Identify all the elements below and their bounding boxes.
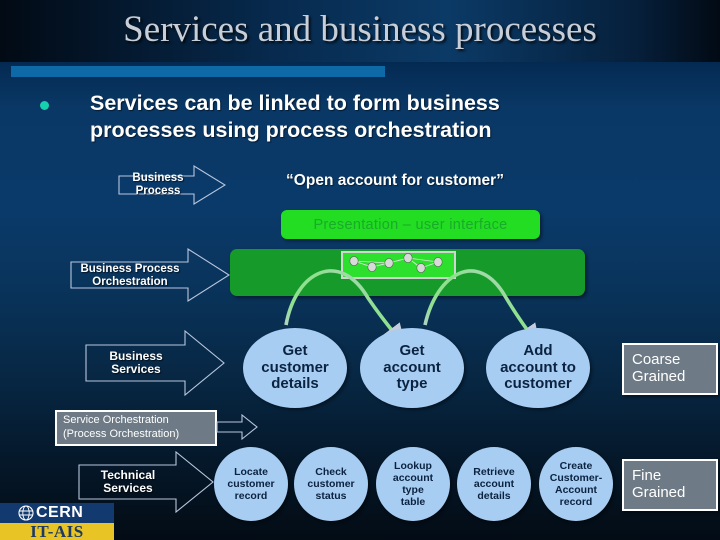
service-oval-create-customer-account-record[interactable]: Create Customer- Account record xyxy=(539,447,613,521)
oval-line1: Add xyxy=(523,341,553,359)
oval-line3: details xyxy=(271,375,319,393)
block-arrow-bpo-line2: Orchestration xyxy=(92,275,168,288)
service-oval-get-customer-details[interactable]: Get customer details xyxy=(243,328,347,408)
service-orchestration-label: Service Orchestration (Process Orchestra… xyxy=(55,410,217,446)
presentation-layer-label: Presentation – user interface xyxy=(313,216,508,233)
fine-grained-box: Fine Grained xyxy=(622,459,718,511)
block-arrow-business-services-labels: Business Services xyxy=(85,348,225,377)
bullet-text: Services can be linked to form business … xyxy=(90,91,500,142)
oval-line2: account xyxy=(392,471,434,484)
coarse-grained-box: Coarse Grained xyxy=(622,343,718,395)
oval-line1: Check xyxy=(315,465,347,478)
block-arrow-bpo-labels: Business Process Orchestration xyxy=(70,263,230,289)
coarse-grained-line2: Grained xyxy=(632,368,686,385)
fine-grained-line1: Fine xyxy=(632,467,662,485)
oval-line2: account to xyxy=(500,358,576,376)
cern-globe-icon xyxy=(18,505,34,521)
oval-line1: Get xyxy=(399,341,425,359)
block-arrow-service-orchestration-pointer xyxy=(216,414,258,440)
block-arrow-ts-line2: Services xyxy=(103,481,153,495)
block-arrow-business-process-label: Business Process xyxy=(132,172,184,197)
oval-line3: status xyxy=(315,490,347,503)
block-arrow-business-services: Business Services xyxy=(85,330,225,396)
oval-line3: record xyxy=(234,490,268,503)
oval-line2: Customer- xyxy=(549,471,603,484)
oval-line2: customer xyxy=(227,477,275,490)
oval-line1: Lookup xyxy=(394,459,432,472)
block-arrow-bpo-line1: Business Process xyxy=(80,262,180,275)
oval-line3: type xyxy=(402,484,424,496)
service-orchestration-line2: (Process Orchestration) xyxy=(63,428,180,440)
oval-line1: Locate xyxy=(234,465,268,478)
bullet-dot-icon xyxy=(40,101,49,110)
service-oval-get-account-type[interactable]: Get account type xyxy=(360,328,464,408)
process-quote-label: “Open account for customer” xyxy=(286,172,504,189)
cern-department-text: IT-AIS xyxy=(30,521,84,540)
oval-line3: type xyxy=(396,375,428,393)
service-oval-add-account-to-customer[interactable]: Add account to customer xyxy=(486,328,590,408)
service-oval-check-customer-status[interactable]: Check customer status xyxy=(294,447,368,521)
block-arrow-ts-line1: Technical xyxy=(100,467,156,482)
slide-canvas: Services and business processes Services… xyxy=(0,0,720,540)
fine-grained-line2: Grained xyxy=(632,484,686,501)
orchestration-process-graph xyxy=(341,251,456,279)
page-title: Services and business processes xyxy=(123,9,597,50)
oval-line4: record xyxy=(559,496,593,509)
block-arrow-technical-services-labels: Technical Services xyxy=(78,467,214,496)
service-oval-lookup-account-type-table[interactable]: Lookup account type table xyxy=(376,447,450,521)
oval-line2: account xyxy=(473,477,515,490)
block-arrow-bs-line1: Business xyxy=(109,348,163,363)
oval-line1: Retrieve xyxy=(473,465,515,478)
block-arrow-business-process: Business Process xyxy=(118,165,226,205)
oval-line2: customer xyxy=(307,477,355,490)
oval-line4: table xyxy=(400,496,426,509)
cern-logo: CERN IT-AIS xyxy=(0,503,114,540)
service-oval-locate-customer-record[interactable]: Locate customer record xyxy=(214,447,288,521)
cern-logo-text: CERN xyxy=(36,504,84,521)
oval-line2: customer xyxy=(261,358,329,376)
orchestration-layer-box xyxy=(230,249,585,296)
oval-line3: details xyxy=(477,490,511,503)
title-accent-bar xyxy=(11,66,385,77)
service-oval-retrieve-account-details[interactable]: Retrieve account details xyxy=(457,447,531,521)
coarse-grained-line1: Coarse xyxy=(632,351,681,369)
block-arrow-bs-line2: Services xyxy=(111,362,161,376)
oval-line1: Create xyxy=(559,459,593,472)
oval-line1: Get xyxy=(282,341,308,359)
oval-line2: account xyxy=(383,358,441,376)
block-arrow-business-process-orchestration: Business Process Orchestration xyxy=(70,248,230,303)
presentation-layer-box: Presentation – user interface xyxy=(281,210,540,239)
oval-line3: customer xyxy=(504,375,572,393)
service-orchestration-line1: Service Orchestration xyxy=(63,414,169,427)
oval-line3: Account xyxy=(554,484,597,496)
